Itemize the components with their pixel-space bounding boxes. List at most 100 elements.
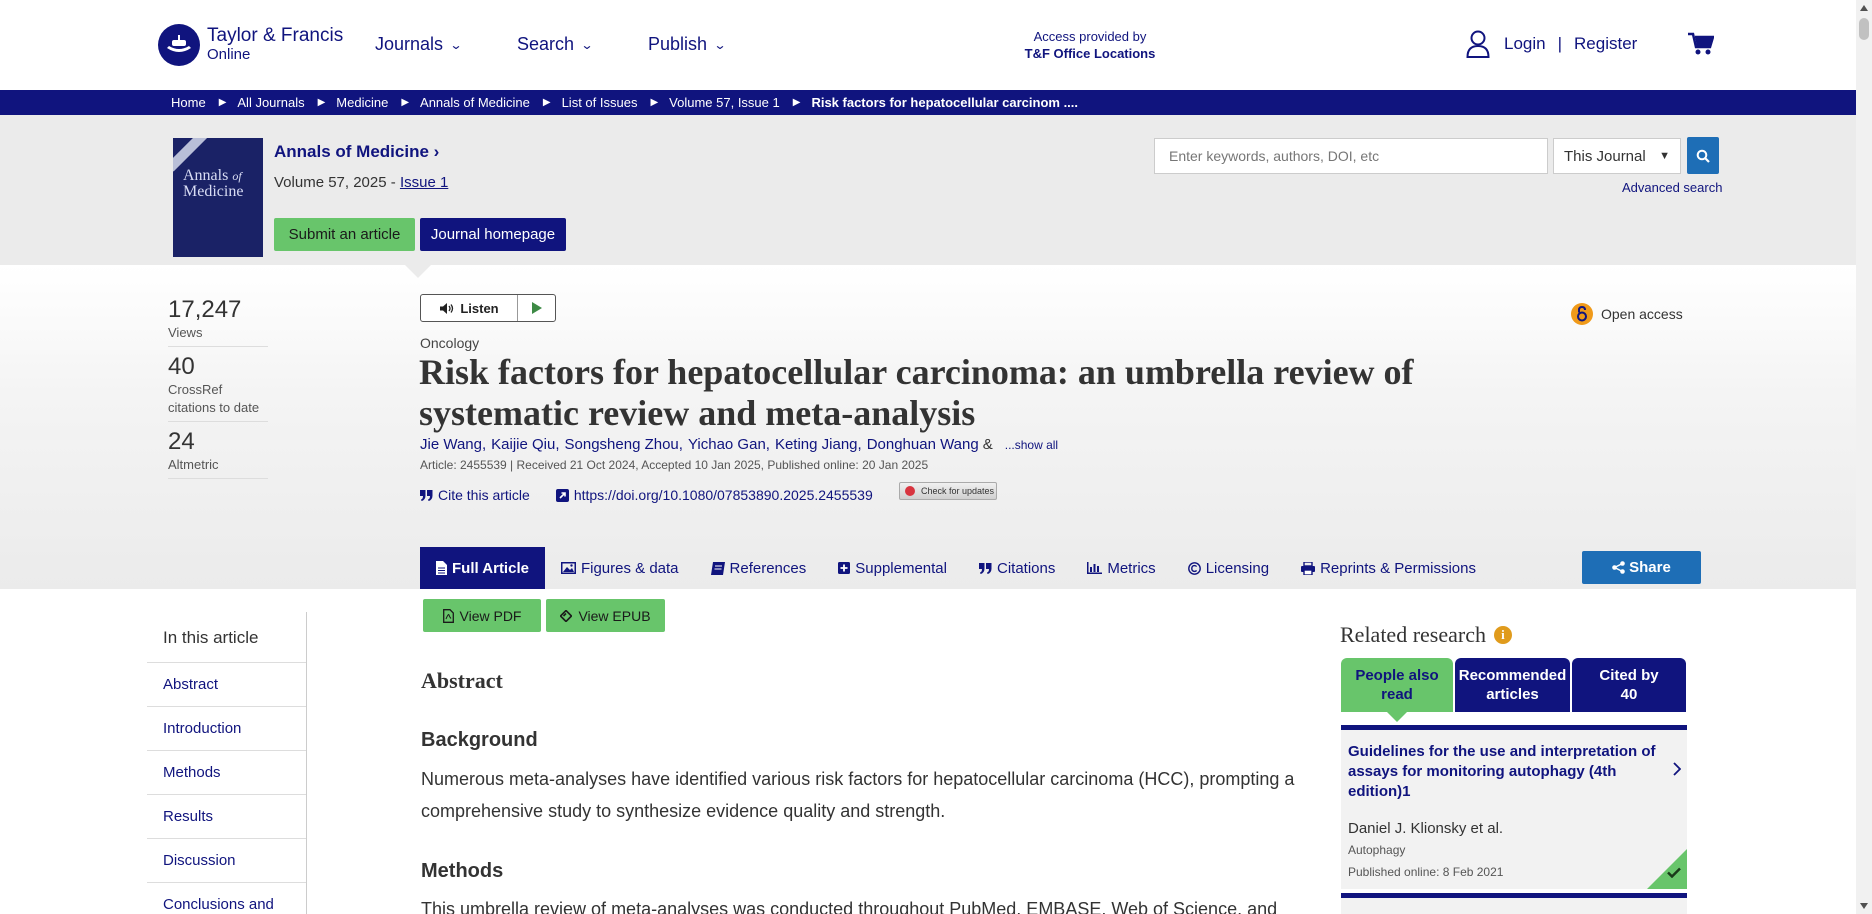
info-icon[interactable]: i <box>1493 626 1512 644</box>
breadcrumb-home[interactable]: Home <box>171 95 206 110</box>
journal-cover[interactable]: Annals of Medicine <box>173 138 263 257</box>
document-icon <box>436 561 447 575</box>
chevron-down-icon: ⌄ <box>580 37 594 52</box>
page-scrollbar[interactable] <box>1856 0 1872 914</box>
share-button[interactable]: Share <box>1582 551 1701 584</box>
chevron-right-icon[interactable] <box>1673 762 1682 781</box>
register-link[interactable]: Register <box>1574 34 1637 54</box>
nav-publish[interactable]: Publish ⌄ <box>648 34 727 55</box>
scroll-thumb[interactable] <box>1859 18 1869 40</box>
access-provided: Access provided by T&F Office Locations <box>1000 28 1180 62</box>
breadcrumb-issues[interactable]: List of Issues <box>562 95 638 110</box>
section-nav-introduction[interactable]: Introduction <box>147 707 306 751</box>
plus-square-icon <box>838 562 851 574</box>
journal-homepage-button[interactable]: Journal homepage <box>420 218 566 251</box>
abstract-heading: Abstract <box>421 668 503 693</box>
search-input[interactable] <box>1154 138 1548 174</box>
nav-search[interactable]: Search ⌄ <box>517 34 594 55</box>
section-nav-discussion[interactable]: Discussion <box>147 839 306 883</box>
advanced-search-link[interactable]: Advanced search <box>1622 180 1722 195</box>
logo-line1: Taylor & Francis <box>207 25 344 46</box>
journal-name-link[interactable]: Annals of Medicine › <box>274 142 439 162</box>
cover-title: Annals of Medicine <box>183 167 244 200</box>
related-article-card[interactable]: Guidelines for the use and interpretatio… <box>1341 725 1687 889</box>
journal-banner: Annals of Medicine Annals of Medicine › … <box>0 115 1856 265</box>
breadcrumb-medicine[interactable]: Medicine <box>336 95 388 110</box>
cart-icon[interactable] <box>1688 32 1715 61</box>
tab-figures-data[interactable]: Figures & data <box>545 547 695 589</box>
tf-logo-icon <box>158 24 200 66</box>
tab-licensing[interactable]: Licensing <box>1172 547 1285 589</box>
section-nav-conclusions[interactable]: Conclusions and <box>147 883 306 914</box>
related-article-title[interactable]: Guidelines for the use and interpretatio… <box>1348 742 1658 802</box>
tab-recommended-articles[interactable]: Recommended articles <box>1455 658 1570 712</box>
tab-citations[interactable]: Citations <box>963 547 1071 589</box>
crossmark-icon <box>905 486 915 496</box>
author-link[interactable]: Kaijie Qiu, <box>491 436 559 453</box>
view-pdf-button[interactable]: View PDF <box>423 599 541 632</box>
pdf-icon <box>442 608 454 623</box>
check-icon <box>1667 865 1681 883</box>
related-tabs: People also read Recommended articles Ci… <box>1341 658 1688 722</box>
epub-icon <box>560 609 573 622</box>
open-access-icon <box>1571 303 1593 325</box>
author-link[interactable]: Keting Jiang, <box>775 436 862 453</box>
chevron-down-icon: ⌄ <box>449 37 463 52</box>
scroll-down-icon[interactable] <box>1860 903 1868 909</box>
article-title: Risk factors for hepatocellular carcinom… <box>419 352 1414 433</box>
print-icon <box>1301 561 1316 575</box>
view-epub-button[interactable]: View EPUB <box>546 599 665 632</box>
share-icon <box>1612 561 1625 574</box>
check-updates-button[interactable]: Check for updates <box>899 482 997 500</box>
speaker-icon <box>440 302 454 314</box>
background-text: Numerous meta-analyses have identified v… <box>421 769 1295 821</box>
scroll-up-icon[interactable] <box>1860 5 1868 11</box>
banner-notch <box>405 265 431 278</box>
play-button[interactable] <box>518 302 555 314</box>
metric-views[interactable]: 17,247 Views <box>168 296 268 347</box>
article-dates: Article: 2455539 | Received 21 Oct 2024,… <box>420 458 929 472</box>
account-links: Login | Register <box>1466 30 1637 58</box>
search-button[interactable] <box>1687 137 1719 174</box>
author-link[interactable]: Yichao Gan, <box>688 436 770 453</box>
image-icon <box>560 562 576 574</box>
quote-icon <box>420 489 433 501</box>
tab-full-article[interactable]: Full Article <box>420 547 545 589</box>
search-icon <box>1696 149 1710 163</box>
section-nav-methods[interactable]: Methods <box>147 751 306 795</box>
doi-link[interactable]: https://doi.org/10.1080/07853890.2025.24… <box>555 487 873 503</box>
quote-icon <box>978 562 992 574</box>
tf-logo[interactable]: Taylor & Francis Online <box>158 24 343 66</box>
metric-altmetric[interactable]: 24 Altmetric <box>168 428 268 479</box>
author-link[interactable]: Songsheng Zhou, <box>565 436 683 453</box>
show-all-authors-link[interactable]: ...show all <box>1005 438 1058 452</box>
tab-cited-by[interactable]: Cited by 40 <box>1572 658 1686 712</box>
metric-crossref[interactable]: 40 CrossRef citations to date <box>168 353 268 422</box>
tab-metrics[interactable]: Metrics <box>1071 547 1171 589</box>
breadcrumb-all-journals[interactable]: All Journals <box>237 95 304 110</box>
nav-journals[interactable]: Journals ⌄ <box>375 34 463 55</box>
breadcrumb-arrow-icon: ▶ <box>650 97 659 108</box>
breadcrumb-arrow-icon: ▶ <box>542 97 551 108</box>
journal-volume: Volume 57, 2025 - Issue 1 <box>274 174 449 191</box>
cite-article-link[interactable]: Cite this article <box>420 487 530 503</box>
tab-references[interactable]: References <box>695 547 823 589</box>
breadcrumb-journal[interactable]: Annals of Medicine <box>420 95 530 110</box>
site-header: Taylor & Francis Online Journals ⌄ Search… <box>0 0 1856 90</box>
author-link[interactable]: Donghuan Wang <box>867 436 979 453</box>
user-icon[interactable] <box>1466 30 1490 58</box>
section-nav-results[interactable]: Results <box>147 795 306 839</box>
search-scope-select[interactable]: This Journal ▼ <box>1553 138 1681 174</box>
author-link[interactable]: Jie Wang, <box>420 436 486 453</box>
bar-chart-icon <box>1087 562 1103 574</box>
listen-button[interactable]: Listen <box>421 295 518 321</box>
related-article-card-next[interactable] <box>1341 893 1687 914</box>
login-link[interactable]: Login <box>1504 34 1546 54</box>
section-nav-abstract[interactable]: Abstract <box>147 663 306 707</box>
breadcrumb-volume[interactable]: Volume 57, Issue 1 <box>669 95 780 110</box>
tab-people-also-read[interactable]: People also read <box>1341 658 1453 722</box>
issue-link[interactable]: Issue 1 <box>400 174 448 191</box>
tab-reprints[interactable]: Reprints & Permissions <box>1285 547 1492 589</box>
submit-article-button[interactable]: Submit an article <box>274 218 415 251</box>
tab-supplemental[interactable]: Supplemental <box>822 547 963 589</box>
